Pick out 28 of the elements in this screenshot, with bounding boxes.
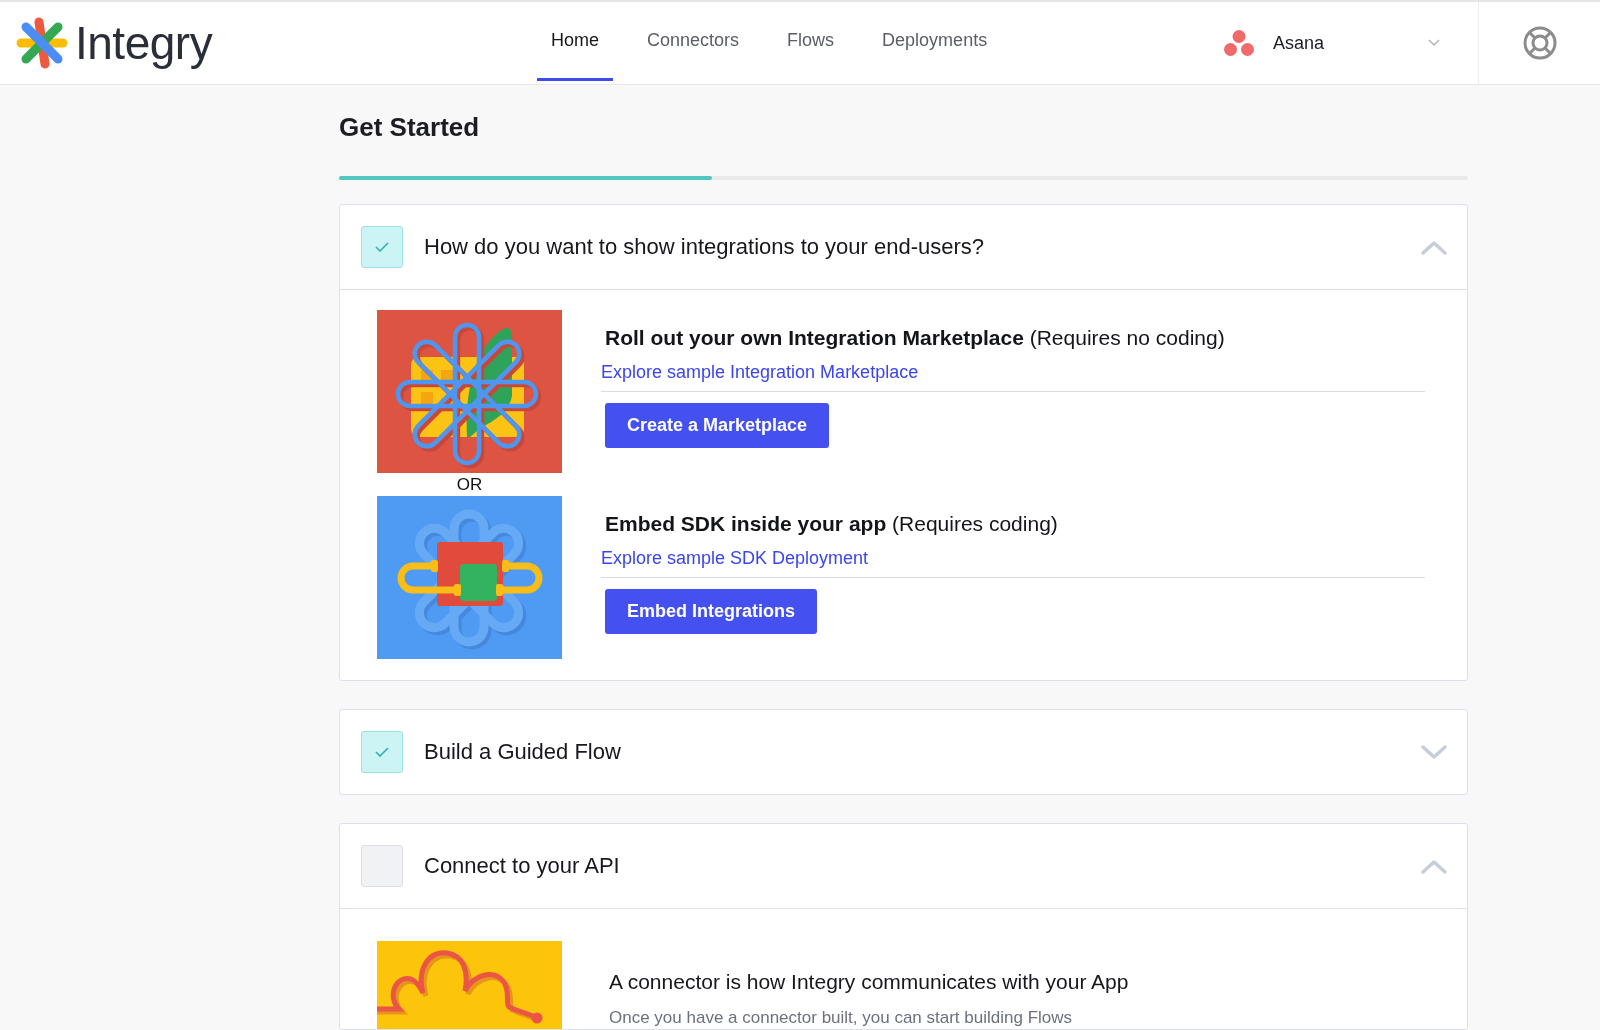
nav-tab[interactable]: Deployments <box>868 2 1002 81</box>
chevron-down-icon[interactable] <box>1421 744 1447 760</box>
three-dots-logo-icon <box>1224 30 1254 56</box>
step-title: Build a Guided Flow <box>424 739 622 765</box>
chevron-up-icon[interactable] <box>1421 239 1447 255</box>
workspace-dropdown[interactable]: Asana <box>1215 2 1450 84</box>
page-title: Get Started <box>339 111 481 143</box>
action-button[interactable]: Embed Integrations <box>605 589 818 634</box>
nav-tab[interactable]: Home <box>537 2 613 81</box>
asterisk-logo-icon <box>16 17 68 69</box>
option-title: Roll out your own Integration Marketplace (Requires no coding) <box>605 325 1225 351</box>
sample-link[interactable]: Explore sample SDK Deployment <box>601 547 869 569</box>
logo-link[interactable]: Integry <box>16 17 213 69</box>
info-title: A connector is how Integry communicates with your App <box>609 969 1130 995</box>
chevron-down-icon <box>1428 39 1440 47</box>
nav-tab[interactable]: Connectors <box>633 2 754 81</box>
check-icon <box>375 747 389 757</box>
chevron-up-icon[interactable] <box>1421 858 1447 874</box>
step-title: How do you want to show integrations to your end-users? <box>424 234 986 260</box>
step-title: Connect to your API <box>424 853 621 879</box>
sample-link[interactable]: Explore sample Integration Marketplace <box>601 361 919 383</box>
action-button[interactable]: Create a Marketplace <box>605 403 830 448</box>
or-separator: OR <box>456 474 483 495</box>
help-icon[interactable] <box>1522 26 1557 60</box>
nav-tab[interactable]: Flows <box>773 2 849 81</box>
option-title: Embed SDK inside your app (Requires coding) <box>605 511 1058 537</box>
info-description: Once you have a connector built, you can start building Flows <box>609 1008 1074 1028</box>
check-icon <box>375 242 389 252</box>
